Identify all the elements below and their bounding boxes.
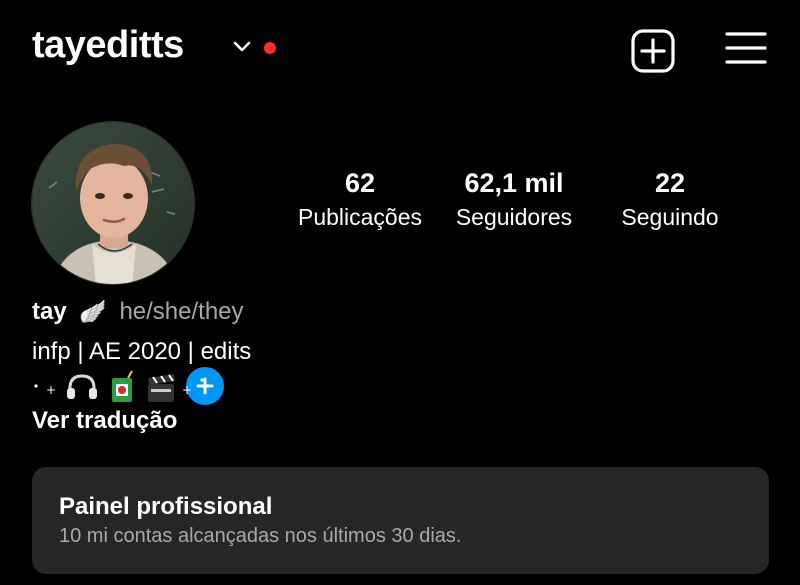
posts-count: 62 xyxy=(344,168,376,198)
dashboard-title: Painel profissional xyxy=(59,493,273,520)
account-username[interactable]: tayeditts xyxy=(32,24,184,67)
avatar[interactable] xyxy=(31,121,195,285)
profile-name: tay xyxy=(32,298,67,325)
bio-emoji-line: + + xyxy=(32,370,222,404)
pronouns: he/she/they xyxy=(119,298,244,325)
top-bar: tayeditts xyxy=(0,0,800,100)
stat-posts[interactable]: 62 Publicações xyxy=(290,166,430,234)
profile-avatar-container[interactable] xyxy=(31,121,228,409)
see-translation-link[interactable]: Ver tradução xyxy=(32,407,177,435)
sparkle-icon: + xyxy=(182,383,192,397)
dashboard-subtitle: 10 mi contas alcançadas nos últimos 30 d… xyxy=(59,525,462,547)
new-post-icon[interactable] xyxy=(630,28,676,74)
notification-dot xyxy=(264,42,276,54)
headphones-icon xyxy=(67,374,97,399)
clapper-board-icon xyxy=(148,374,175,402)
professional-dashboard-card[interactable]: Painel profissional 10 mi contas alcança… xyxy=(32,467,769,574)
following-count: 22 xyxy=(654,168,686,198)
wing-emoji: 🪽 xyxy=(79,299,107,324)
profile-name-line: tay 🪽 he/she/they xyxy=(32,298,244,326)
sparkle-icon xyxy=(34,384,38,388)
sparkle-icon: + xyxy=(46,383,56,397)
chevron-down-icon[interactable] xyxy=(232,40,252,54)
followers-count: 62,1 mil xyxy=(464,168,564,198)
following-label: Seguindo xyxy=(621,204,719,230)
bio-text: infp | AE 2020 | edits xyxy=(32,338,252,365)
stat-following[interactable]: 22 Seguindo xyxy=(600,166,740,234)
followers-label: Seguidores xyxy=(455,204,573,230)
juice-box-icon xyxy=(112,370,133,402)
sparkle-icon xyxy=(200,378,204,382)
menu-icon[interactable] xyxy=(724,30,768,66)
posts-label: Publicações xyxy=(297,204,423,230)
stat-followers[interactable]: 62,1 mil Seguidores xyxy=(444,166,584,234)
